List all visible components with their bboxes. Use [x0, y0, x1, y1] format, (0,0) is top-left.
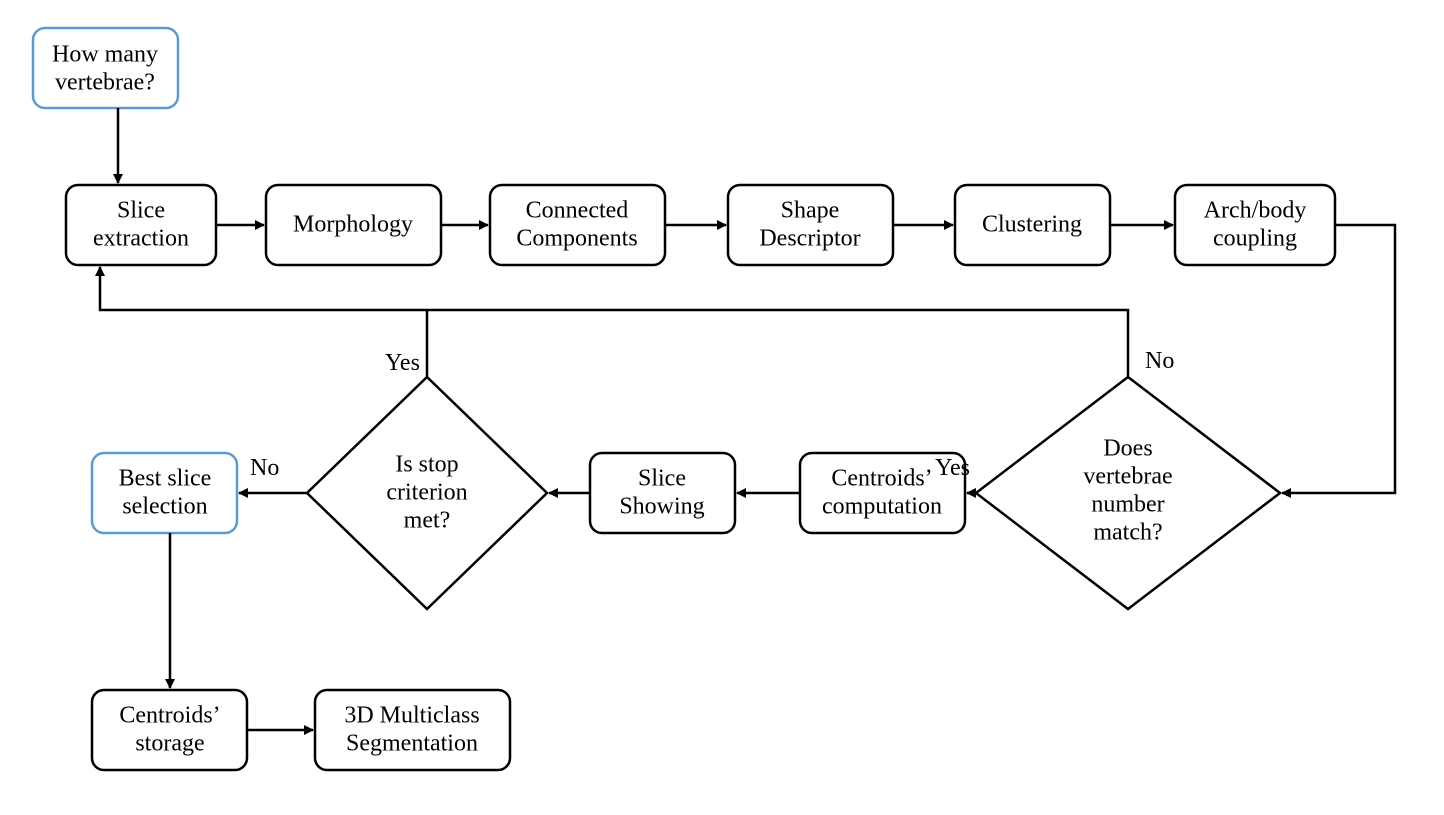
node-stop-crit-l3: met?: [404, 508, 451, 534]
node-vert-match-l4: match?: [1093, 520, 1162, 546]
node-how-many-vertebrae: How many vertebrae?: [33, 28, 178, 108]
node-shape-descriptor: Shape Descriptor: [728, 185, 893, 265]
node-centroids-computation-l1: Centroids’: [831, 466, 932, 492]
node-slice-showing-l1: Slice: [638, 466, 686, 492]
node-vert-match-l3: number: [1091, 492, 1164, 518]
node-clustering: Clustering: [955, 185, 1110, 265]
node-morphology-l1: Morphology: [293, 212, 413, 238]
node-centroids-storage-l1: Centroids’: [119, 703, 220, 729]
node-slice-extraction: Slice extraction: [66, 185, 216, 265]
node-centroids-computation-l2: computation: [822, 494, 942, 520]
node-arch-body-coupling: Arch/body coupling: [1175, 185, 1335, 265]
node-how-many-vertebrae-l1: How many: [52, 42, 158, 68]
node-best-slice-selection: Best slice selection: [92, 453, 237, 533]
node-stop-crit-l2: criterion: [386, 480, 467, 506]
node-3dseg-l1: 3D Multiclass: [344, 703, 479, 729]
node-clustering-l1: Clustering: [982, 212, 1082, 238]
node-morphology: Morphology: [266, 185, 441, 265]
node-how-many-vertebrae-l2: vertebrae?: [55, 70, 155, 96]
node-stop-crit-l1: Is stop: [395, 452, 458, 478]
node-slice-extraction-l2: extraction: [93, 226, 189, 252]
node-best-slice-l1: Best slice: [119, 466, 212, 492]
node-vert-match-l2: vertebrae: [1083, 464, 1172, 490]
node-vert-match-l1: Does: [1103, 436, 1152, 462]
label-vertmatch-no: No: [1145, 348, 1174, 374]
node-3dseg-l2: Segmentation: [346, 731, 478, 757]
node-centroids-storage: Centroids’ storage: [92, 690, 247, 770]
node-connected-components-l2: Components: [516, 226, 637, 252]
node-slice-showing-l2: Showing: [619, 494, 704, 520]
node-stop-criterion: Is stop criterion met?: [307, 377, 547, 609]
node-connected-components: Connected Components: [490, 185, 665, 265]
node-shape-descriptor-l1: Shape: [781, 198, 840, 224]
node-arch-body-coupling-l2: coupling: [1213, 226, 1297, 252]
node-connected-components-l1: Connected: [526, 198, 629, 224]
label-stop-crit-no: No: [250, 455, 279, 481]
node-centroids-storage-l2: storage: [135, 731, 204, 757]
node-arch-body-coupling-l1: Arch/body: [1204, 198, 1307, 224]
node-best-slice-l2: selection: [122, 494, 207, 520]
node-3d-multiclass-segmentation: 3D Multiclass Segmentation: [315, 690, 510, 770]
node-slice-extraction-l1: Slice: [117, 198, 165, 224]
label-stop-crit-yes: Yes: [385, 350, 420, 376]
node-vertebrae-number-match: Does vertebrae number match?: [976, 377, 1280, 609]
node-slice-showing: Slice Showing: [590, 453, 735, 533]
edge-vertmatch-no-to-slice-extraction: [100, 267, 1128, 377]
label-vertmatch-yes: Yes: [935, 455, 970, 481]
node-shape-descriptor-l2: Descriptor: [759, 226, 860, 252]
